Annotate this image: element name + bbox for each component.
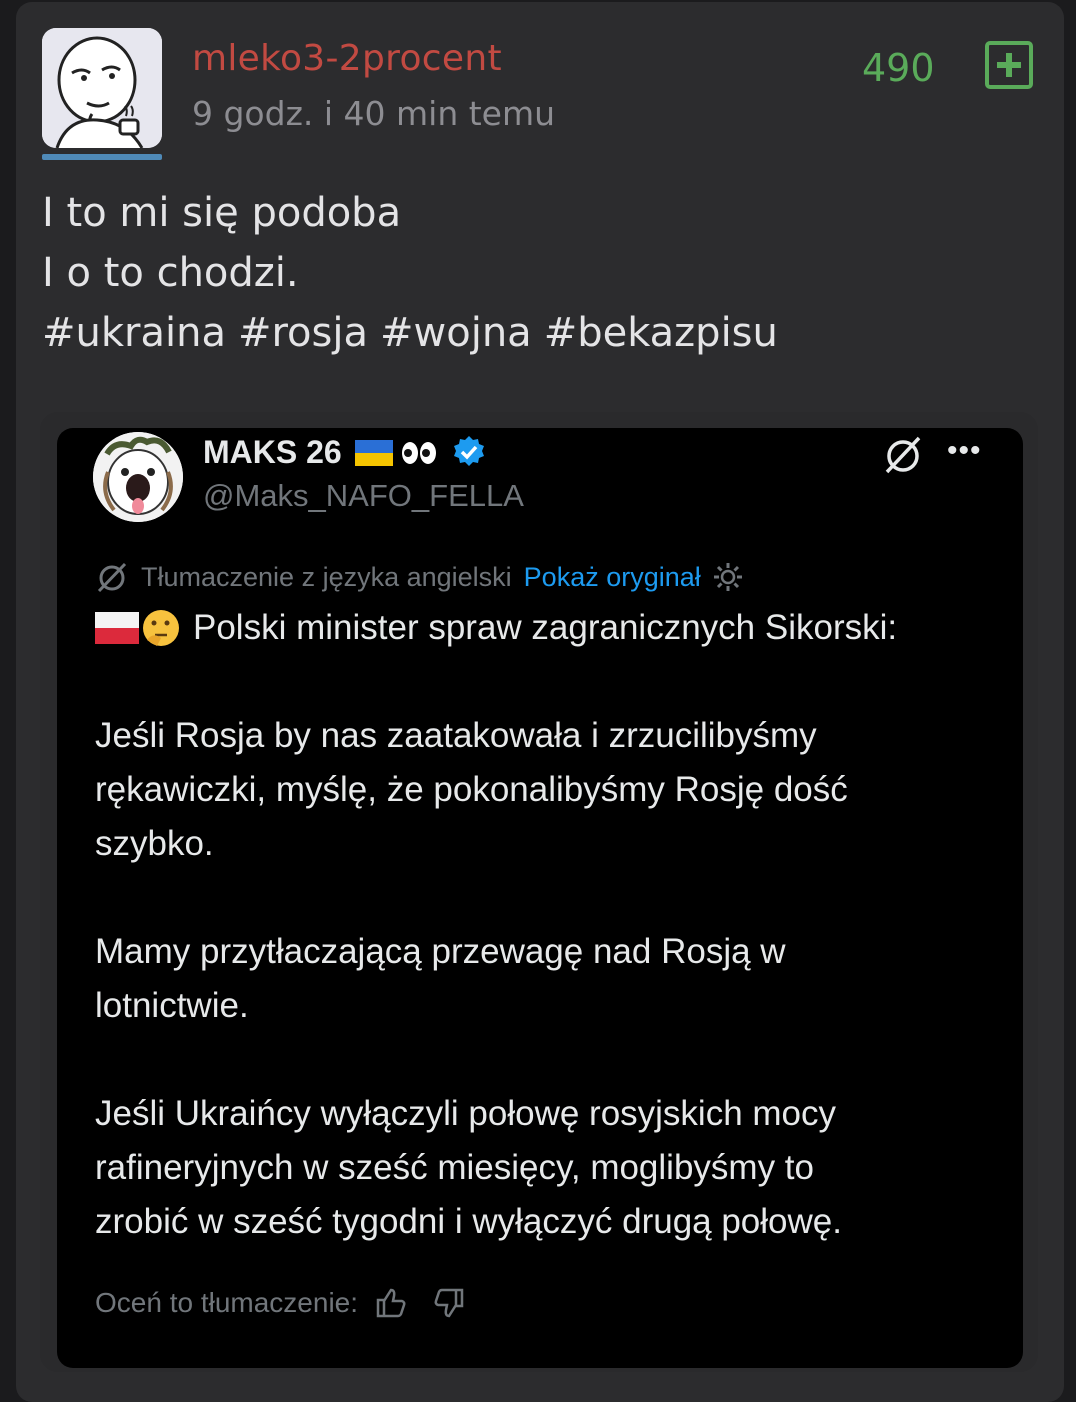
tag-link[interactable]: #ukraina xyxy=(42,310,226,356)
dog-avatar-image xyxy=(93,432,183,522)
tweet-name-text: MAKS 26 xyxy=(203,434,342,470)
tag-link[interactable]: #rosja xyxy=(238,310,368,356)
tweet-avatar xyxy=(93,432,183,522)
tweet-text: lotnictwie. xyxy=(95,986,249,1025)
post-username[interactable]: mleko3-2procent xyxy=(192,38,502,79)
poland-flag-icon xyxy=(95,612,139,644)
tweet-text: szybko. xyxy=(95,824,214,863)
show-original-link: Pokaż oryginał xyxy=(523,561,701,592)
gear-icon xyxy=(713,563,742,591)
tweet-text: Jeśli Rosja by nas zaatakowała i zrzucil… xyxy=(95,716,817,755)
translation-row: Tłumaczenie z języka angielski Pokaż ory… xyxy=(95,560,745,594)
post-tags: #ukraina #rosja #wojna #bekazpisu xyxy=(42,310,790,356)
upvote-plus-button[interactable] xyxy=(985,41,1033,89)
tweet-text: Mamy przytłaczającą przewagę nad Rosją w xyxy=(95,932,786,971)
thinking-face-icon xyxy=(143,610,179,646)
rate-translation-label: Oceń to tłumaczenie: xyxy=(95,1287,359,1318)
verified-badge-icon xyxy=(454,436,485,466)
tweet-text: Jeśli Ukraińcy wyłączyli połowę rosyjski… xyxy=(95,1094,837,1133)
tag-link[interactable]: #bekazpisu xyxy=(544,310,778,356)
tweet-text: rękawiczki, myślę, że pokonalibyśmy Rosj… xyxy=(95,770,848,809)
tag-link[interactable]: #wojna xyxy=(380,310,532,356)
post-text-line-2: I o to chodzi. xyxy=(42,250,299,296)
vote-score: 490 xyxy=(862,46,935,90)
user-avatar[interactable] xyxy=(42,28,162,148)
tweet-text: rafineryjnych w sześć miesięcy, moglibyś… xyxy=(95,1148,814,1187)
translate-slash-icon xyxy=(885,436,921,474)
eyes-icon xyxy=(402,442,437,464)
more-options-icon: ••• xyxy=(947,434,982,467)
translate-icon xyxy=(97,562,127,593)
tweet-line-1: Polski minister spraw zagranicznych Siko… xyxy=(95,608,897,648)
tweet-text: Polski minister spraw zagranicznych Siko… xyxy=(193,608,898,647)
avatar-meme-image xyxy=(42,28,162,148)
translation-label: Tłumaczenie z języka angielski xyxy=(141,561,512,592)
post-text-line-1: I to mi się podoba xyxy=(42,190,402,236)
tweet-handle: @Maks_NAFO_FELLA xyxy=(203,478,524,513)
thumbs-down-icon xyxy=(434,1288,464,1318)
tweet-screenshot: MAKS 26 @Maks_NAFO_FELLA ••• Tłumaczenie… xyxy=(57,428,1023,1368)
avatar-underline xyxy=(42,154,162,160)
tweet-display-name: MAKS 26 xyxy=(203,434,486,471)
rate-translation-row: Oceń to tłumaczenie: xyxy=(95,1286,466,1320)
tweet-text: zrobić w sześć tygodni i wyłączyć drugą … xyxy=(95,1202,842,1241)
post-time: 9 godz. i 40 min temu xyxy=(192,94,556,133)
thumbs-up-icon xyxy=(376,1288,406,1318)
ukraine-flag-icon xyxy=(354,440,393,466)
